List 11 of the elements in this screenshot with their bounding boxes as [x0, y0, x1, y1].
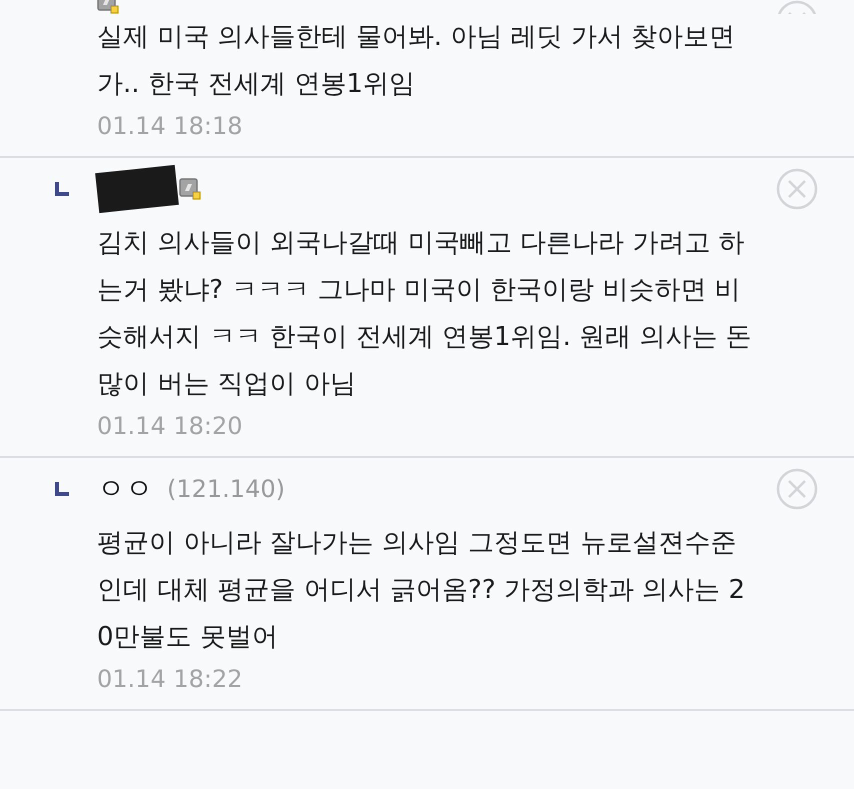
close-icon[interactable]	[776, 168, 818, 210]
ip-address: (121.140)	[167, 474, 285, 505]
comment-time: 01.14 18:20	[96, 411, 242, 442]
member-badge-icon	[179, 178, 201, 200]
close-icon[interactable]	[776, 468, 818, 510]
author-name[interactable]: ㅇㅇ	[97, 468, 153, 510]
comment-text: 실제 미국 의사들한테 물어봐. 아님 레딧 가서 찾아보면 가.. 한국 전세계 연봉1위임	[96, 21, 736, 101]
comment-text: 평균이 아니라 잘나가는 의사임 그정도면 뉴로설젼수준 인데 대체 평균을 어디서 긁어옴?? 가정의학과 의사는 2 0만불도 못벌어	[96, 527, 746, 654]
comment-time: 01.14 18:22	[96, 664, 242, 695]
comment-text: 김치 의사들이 외국나갈때 미국빼고 다른나라 가려고 하 는거 봤냐? ㅋㅋㅋ 그나마 미국이 한국이랑 비슷하면 비 슷해서지 ㅋㅋ 한국이 전세계 연봉1위임. 원래 의사는 돈 많이 버는 직업이 아님	[96, 227, 753, 401]
comment-time: 01.14 18:18	[96, 111, 242, 142]
